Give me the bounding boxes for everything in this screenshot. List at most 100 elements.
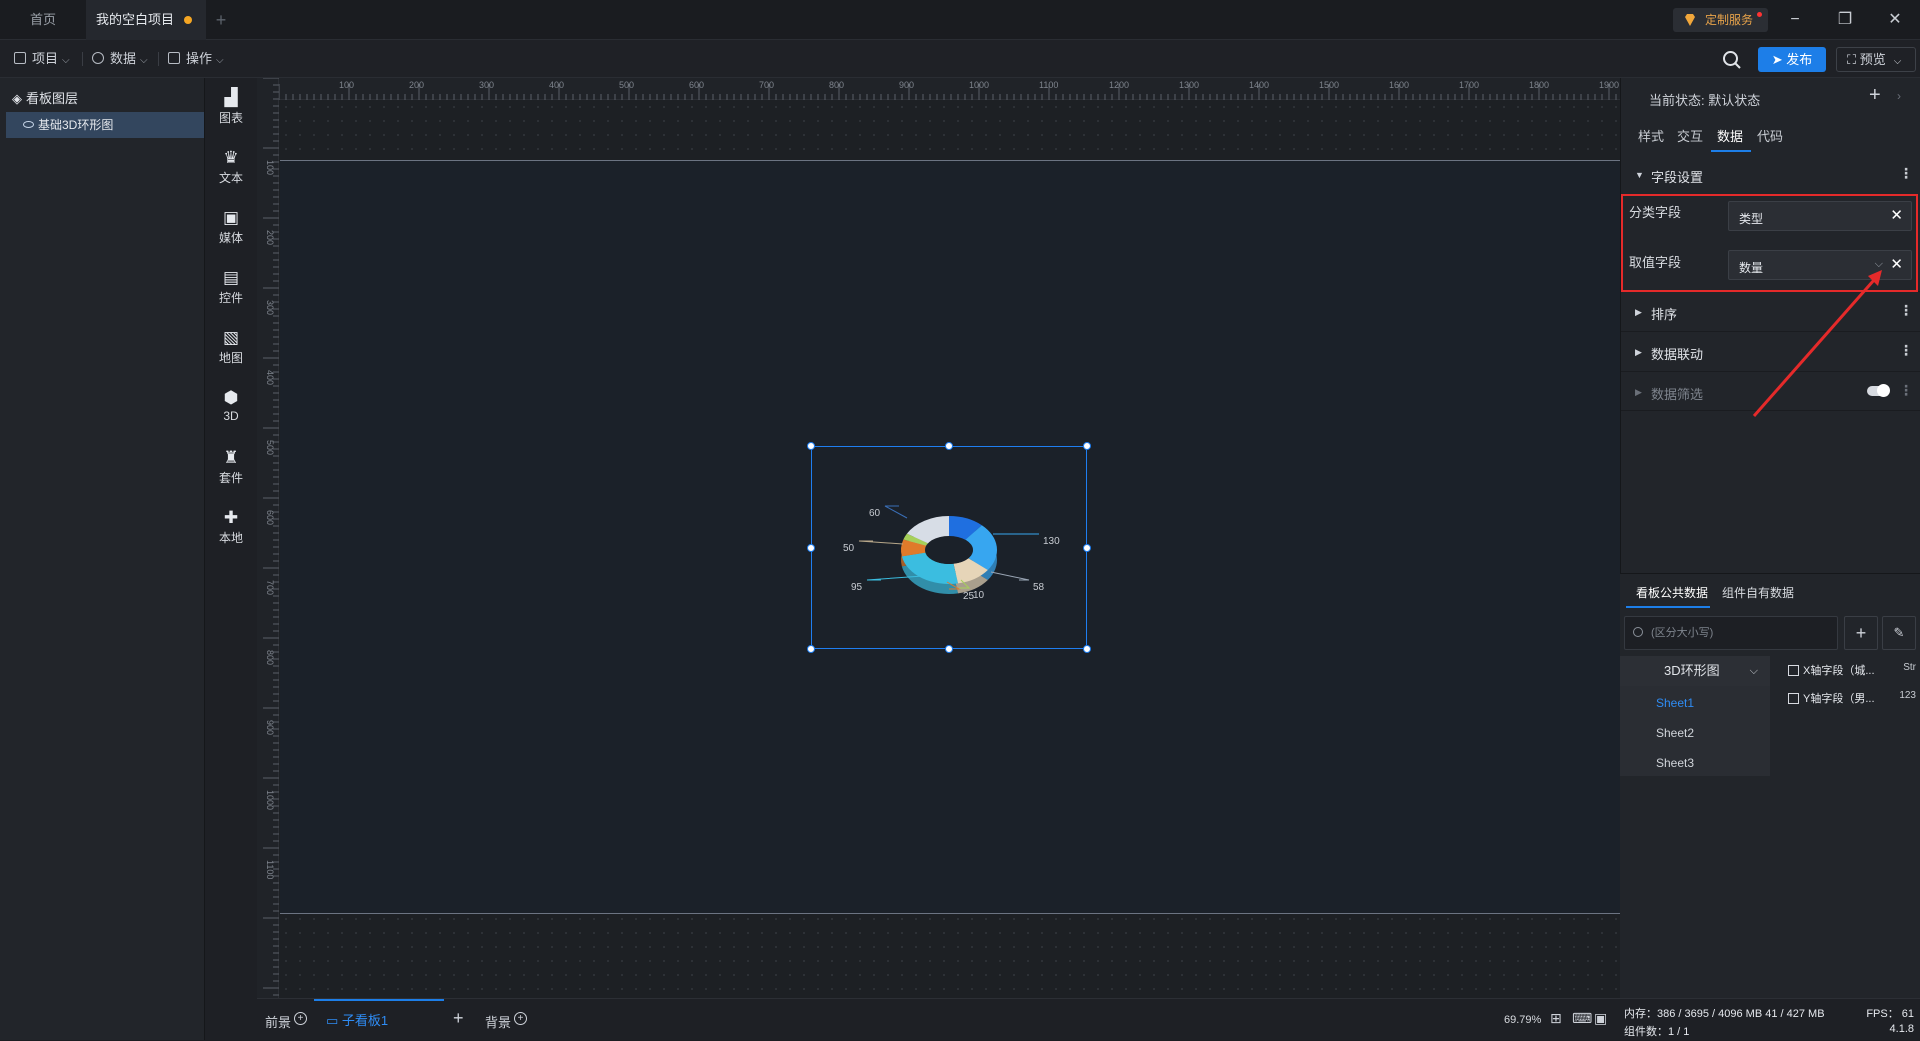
- preview-button[interactable]: ⛶ 预览 ⌵: [1836, 47, 1916, 72]
- column-row[interactable]: Y轴字段（男... 123: [1788, 690, 1918, 706]
- resize-handle[interactable]: [945, 645, 953, 653]
- resize-handle[interactable]: [945, 442, 953, 450]
- search-icon[interactable]: [1720, 48, 1744, 72]
- comp-3d[interactable]: ⬢ 3D: [205, 388, 257, 423]
- tab-background[interactable]: 背景 +: [485, 1012, 528, 1031]
- add-state-button[interactable]: +: [1869, 84, 1881, 107]
- more-vertical-icon[interactable]: ⋮: [1899, 382, 1913, 399]
- zoom-level[interactable]: 69.79%: [1504, 1014, 1541, 1026]
- fit-screen-icon[interactable]: ⊞: [1550, 1010, 1562, 1027]
- comp-kit[interactable]: ♜ 套件: [205, 448, 257, 486]
- more-vertical-icon[interactable]: ⋮: [1899, 342, 1913, 359]
- resize-handle[interactable]: [807, 645, 815, 653]
- menu-operate[interactable]: 操作 ⌵: [168, 48, 224, 70]
- fullscreen-icon: ⛶: [1847, 52, 1860, 67]
- menu-project-label: 项目: [32, 51, 59, 66]
- layer-item-3d-ring[interactable]: 基础3D环形图: [6, 112, 204, 138]
- add-circle-icon[interactable]: +: [294, 1012, 308, 1025]
- column-row[interactable]: X轴字段（城... Str: [1788, 662, 1918, 678]
- section-field-settings[interactable]: ▼ 字段设置 ⋮: [1621, 155, 1920, 195]
- more-vertical-icon[interactable]: ⋮: [1899, 165, 1913, 182]
- ruler-tick-label: 1700: [1459, 80, 1479, 90]
- edit-data-button[interactable]: ✎: [1882, 616, 1916, 650]
- more-vertical-icon[interactable]: ⋮: [1899, 302, 1913, 319]
- tab-code[interactable]: 代码: [1757, 126, 1783, 145]
- tab-own-data[interactable]: 组件自有数据: [1722, 584, 1794, 601]
- keyboard-icon[interactable]: ⌨: [1572, 1010, 1592, 1027]
- menu-project[interactable]: 项目 ⌵: [14, 48, 70, 70]
- chevron-down-icon: ⌵: [1893, 56, 1902, 67]
- ruler-tick-label: 800: [265, 650, 275, 665]
- terminal-icon[interactable]: ▣: [1594, 1010, 1607, 1027]
- restore-button[interactable]: ❐: [1822, 0, 1868, 40]
- ruler-tick-label: 1800: [1529, 80, 1549, 90]
- comp-local[interactable]: ✚ 本地: [205, 508, 257, 546]
- tab-data[interactable]: 数据: [1717, 126, 1743, 145]
- tab-public-data[interactable]: 看板公共数据: [1636, 584, 1708, 601]
- checkbox[interactable]: [1788, 665, 1799, 676]
- ruler-tick-label: 200: [409, 80, 424, 90]
- sheet-item-1[interactable]: Sheet1: [1656, 696, 1694, 710]
- selection-box[interactable]: [811, 446, 1087, 649]
- comp-media[interactable]: ▣ 媒体: [205, 208, 257, 246]
- comp-3d-label: 3D: [223, 409, 239, 423]
- column-type: 123: [1899, 690, 1916, 701]
- data-search-input[interactable]: (区分大小写): [1624, 616, 1838, 650]
- minimize-button[interactable]: −: [1772, 0, 1818, 40]
- add-board-button[interactable]: +: [453, 1008, 464, 1029]
- tab-sub-board[interactable]: ▭ 子看板1: [314, 999, 444, 1041]
- custom-service-button[interactable]: 定制服务: [1673, 8, 1768, 32]
- ruler-tick-label: 1900: [1599, 80, 1619, 90]
- sheet-item-3[interactable]: Sheet3: [1656, 756, 1694, 770]
- column-name: X轴字段（城...: [1803, 665, 1875, 677]
- close-window-button[interactable]: ✕: [1872, 0, 1918, 40]
- ruler-tick-label: 400: [265, 370, 275, 385]
- resize-handle[interactable]: [807, 543, 815, 552]
- add-data-button[interactable]: +: [1844, 616, 1878, 650]
- shirt-icon: ♜: [223, 448, 239, 467]
- resize-handle[interactable]: [1083, 645, 1091, 653]
- eye-icon[interactable]: [23, 121, 34, 128]
- publish-button[interactable]: ➤ 发布: [1758, 47, 1826, 72]
- memory-status: 内存：386 / 3695 / 4096 MB 41 / 427 MB: [1624, 1008, 1825, 1020]
- text-icon: ♛: [223, 148, 239, 167]
- ruler-tick-label: 900: [265, 720, 275, 735]
- active-tab-indicator: [1626, 606, 1710, 608]
- ruler-tick-label: 1000: [969, 80, 989, 90]
- comp-control-label: 控件: [218, 291, 243, 305]
- comp-text[interactable]: ♛ 文本: [205, 148, 257, 186]
- comp-chart[interactable]: ▟ 图表: [205, 88, 257, 126]
- section-data-link-label: 数据联动: [1651, 347, 1704, 362]
- control-icon: ▤: [222, 268, 240, 287]
- comp-text-label: 文本: [218, 171, 243, 185]
- tab-home[interactable]: 首页: [0, 0, 86, 40]
- resize-handle[interactable]: [1083, 442, 1091, 450]
- resize-handle[interactable]: [1083, 543, 1091, 552]
- notification-dot-icon: [1757, 12, 1762, 17]
- resize-handle[interactable]: [807, 442, 815, 450]
- comp-control[interactable]: ▤ 控件: [205, 268, 257, 306]
- ruler-tick-label: 1100: [265, 860, 275, 879]
- add-tab-button[interactable]: +: [206, 0, 236, 40]
- comp-map[interactable]: ▧ 地图: [205, 328, 257, 366]
- unsaved-dot-icon: [184, 16, 192, 24]
- ruler-tick-label: 500: [619, 80, 634, 90]
- monitor-icon: ▭: [326, 1013, 342, 1028]
- add-circle-icon[interactable]: +: [514, 1012, 528, 1025]
- sheet-item-2[interactable]: Sheet2: [1656, 726, 1694, 740]
- menu-data[interactable]: 数据 ⌵: [92, 48, 148, 70]
- puzzle-icon: ✚: [223, 508, 239, 527]
- dataset-select[interactable]: 3D环形图 ⌵: [1620, 656, 1770, 686]
- tab-style[interactable]: 样式: [1638, 126, 1664, 145]
- chevron-right-icon[interactable]: ›: [1897, 89, 1901, 103]
- tab-interaction[interactable]: 交互: [1677, 126, 1703, 145]
- tab-project-label: 我的空白项目: [96, 12, 175, 27]
- version-label: 4.1.8: [1889, 1023, 1914, 1035]
- checkbox[interactable]: [1788, 693, 1799, 704]
- media-icon: ▣: [222, 208, 240, 227]
- send-icon: ➤: [1771, 52, 1787, 67]
- tab-foreground[interactable]: 前景 +: [265, 1012, 308, 1031]
- tab-project[interactable]: 我的空白项目: [86, 0, 206, 40]
- search-icon: [1633, 627, 1643, 637]
- state-value: 默认状态: [1708, 93, 1761, 108]
